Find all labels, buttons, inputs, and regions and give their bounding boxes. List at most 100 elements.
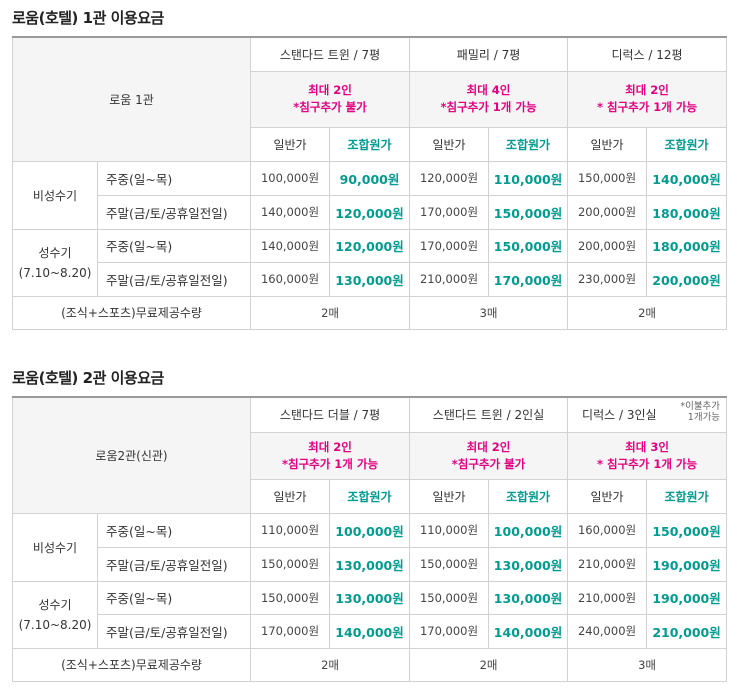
table-row: 주말(금/토/공휴일전일) 150,000원 130,000원 150,000원… bbox=[13, 546, 728, 582]
normal-price: 150,000원 bbox=[567, 160, 648, 196]
normal-price: 140,000원 bbox=[250, 228, 331, 263]
normal-price: 160,000원 bbox=[567, 512, 648, 548]
combo-price: 130,000원 bbox=[329, 546, 411, 582]
table-row: 주말(금/토/공휴일전일) 160,000원 130,000원 210,000원… bbox=[13, 261, 728, 297]
period-label: 주말(금/토/공휴일전일) bbox=[96, 613, 252, 649]
section-title: 로움(호텔) 1관 이용요금 bbox=[12, 9, 164, 27]
combo-price: 150,000원 bbox=[488, 228, 569, 263]
combo-price: 180,000원 bbox=[646, 194, 728, 230]
combo-price: 130,000원 bbox=[488, 580, 569, 615]
combo-price: 190,000원 bbox=[646, 546, 728, 582]
normal-price: 210,000원 bbox=[409, 261, 490, 297]
table-row: 성수기 (7.10~8.20) 주중(일~목) 140,000원 120,000원… bbox=[12, 228, 728, 297]
price-header-normal: 일반가 bbox=[567, 478, 648, 514]
price-header-combo: 조합원가 bbox=[646, 126, 728, 162]
normal-price: 160,000원 bbox=[250, 261, 331, 297]
bedding-note: *이불추가 1개가능 bbox=[680, 401, 721, 423]
room-name: 디럭스 / 3인실 bbox=[582, 408, 657, 423]
table-row: (조식+스포츠)무료제공수량 2매 2매 3매 bbox=[11, 647, 728, 682]
table-row: 주말(금/토/공휴일전일) 140,000원 120,000원 170,000원… bbox=[13, 194, 728, 230]
room-capacity: 최대 2인 *침구추가 1개 가능 bbox=[250, 431, 411, 480]
price-header-normal: 일반가 bbox=[250, 478, 331, 514]
combo-price: 150,000원 bbox=[488, 194, 569, 230]
price-header-combo: 조합원가 bbox=[646, 478, 728, 514]
combo-price: 140,000원 bbox=[488, 613, 569, 649]
room-capacity: 최대 4인 *침구추가 1개 가능 bbox=[409, 70, 569, 128]
normal-price: 210,000원 bbox=[567, 580, 648, 615]
normal-price: 170,000원 bbox=[250, 613, 331, 649]
table-row: 비성수기 주중(일~목) 100,000원 90,000원 120,000원 1… bbox=[12, 160, 728, 230]
combo-price: 140,000원 bbox=[646, 160, 728, 196]
combo-price: 130,000원 bbox=[329, 261, 411, 297]
room-label: 로움2관(신관) bbox=[11, 396, 252, 514]
period-label: 주중(일~목) bbox=[96, 160, 252, 196]
season-label: 비성수기 bbox=[12, 160, 98, 230]
combo-price: 200,000원 bbox=[646, 261, 728, 297]
combo-price: 210,000원 bbox=[646, 613, 728, 649]
combo-price: 150,000원 bbox=[646, 512, 728, 548]
price-header-normal: 일반가 bbox=[409, 478, 490, 514]
price-header-combo: 조합원가 bbox=[488, 126, 569, 162]
room-name: 스탠다드 트윈 / 7평 bbox=[250, 36, 411, 72]
combo-price: 110,000원 bbox=[488, 160, 569, 196]
period-label: 주말(금/토/공휴일전일) bbox=[96, 194, 252, 230]
normal-price: 120,000원 bbox=[409, 160, 490, 196]
free-ticket-count: 3매 bbox=[409, 295, 569, 330]
room-name: 패밀리 / 7평 bbox=[409, 36, 569, 72]
normal-price: 150,000원 bbox=[250, 546, 331, 582]
period-label: 주말(금/토/공휴일전일) bbox=[96, 546, 252, 582]
room-capacity: 최대 3인 * 침구추가 1개 가능 bbox=[567, 431, 728, 480]
period-label: 주중(일~목) bbox=[96, 228, 252, 263]
section-title: 로움(호텔) 2관 이용요금 bbox=[12, 369, 164, 387]
normal-price: 230,000원 bbox=[567, 261, 648, 297]
room-name: 스탠다드 트윈 / 2인실 bbox=[409, 396, 569, 433]
period-label: 주말(금/토/공휴일전일) bbox=[96, 261, 252, 297]
combo-price: 140,000원 bbox=[329, 613, 411, 649]
table-row: 비성수기 주중(일~목) 110,000원 100,000원 110,000원 … bbox=[12, 512, 728, 582]
room-capacity: 최대 2인 *침구추가 불가 bbox=[250, 70, 411, 128]
combo-price: 180,000원 bbox=[646, 228, 728, 263]
season-label: 성수기 (7.10~8.20) bbox=[12, 580, 98, 649]
price-header-combo: 조합원가 bbox=[488, 478, 569, 514]
room-capacity: 최대 2인 *침구추가 불가 bbox=[409, 431, 569, 480]
room-label: 로움 1관 bbox=[11, 36, 252, 162]
normal-price: 210,000원 bbox=[567, 546, 648, 582]
normal-price: 200,000원 bbox=[567, 194, 648, 230]
free-ticket-count: 3매 bbox=[567, 647, 728, 682]
normal-price: 150,000원 bbox=[409, 546, 490, 582]
free-ticket-count: 2매 bbox=[250, 647, 411, 682]
combo-price: 130,000원 bbox=[329, 580, 411, 615]
normal-price: 170,000원 bbox=[409, 228, 490, 263]
table-row: (조식+스포츠)무료제공수량 2매 3매 2매 bbox=[11, 295, 728, 330]
free-ticket-count: 2매 bbox=[250, 295, 411, 330]
combo-price: 120,000원 bbox=[329, 228, 411, 263]
normal-price: 240,000원 bbox=[567, 613, 648, 649]
rate-table: 로움2관(신관) 스탠다드 더블 / 7평 스탠다드 트윈 / 2인실 디럭스 … bbox=[11, 396, 728, 682]
combo-price: 100,000원 bbox=[488, 512, 569, 548]
combo-price: 190,000원 bbox=[646, 580, 728, 615]
rate-table: 로움 1관 스탠다드 트윈 / 7평 패밀리 / 7평 디럭스 / 12평 최대… bbox=[11, 36, 728, 330]
normal-price: 100,000원 bbox=[250, 160, 331, 196]
period-label: 주중(일~목) bbox=[96, 580, 252, 615]
normal-price: 110,000원 bbox=[409, 512, 490, 548]
room-name-cell: 디럭스 / 3인실 *이불추가 1개가능 bbox=[567, 396, 728, 433]
table-row: 주말(금/토/공휴일전일) 170,000원 140,000원 170,000원… bbox=[13, 613, 728, 649]
combo-price: 90,000원 bbox=[329, 160, 411, 196]
normal-price: 200,000원 bbox=[567, 228, 648, 263]
price-header-normal: 일반가 bbox=[250, 126, 331, 162]
normal-price: 150,000원 bbox=[250, 580, 331, 615]
season-label: 성수기 (7.10~8.20) bbox=[12, 228, 98, 297]
price-header-normal: 일반가 bbox=[567, 126, 648, 162]
combo-price: 100,000원 bbox=[329, 512, 411, 548]
normal-price: 170,000원 bbox=[409, 613, 490, 649]
free-ticket-label: (조식+스포츠)무료제공수량 bbox=[11, 295, 252, 330]
free-ticket-label: (조식+스포츠)무료제공수량 bbox=[11, 647, 252, 682]
normal-price: 140,000원 bbox=[250, 194, 331, 230]
price-header-normal: 일반가 bbox=[409, 126, 490, 162]
table-row: 성수기 (7.10~8.20) 주중(일~목) 150,000원 130,000원… bbox=[12, 580, 728, 649]
room-name: 디럭스 / 12평 bbox=[567, 36, 728, 72]
price-header-combo: 조합원가 bbox=[329, 478, 411, 514]
free-ticket-count: 2매 bbox=[409, 647, 569, 682]
room-name: 스탠다드 더블 / 7평 bbox=[250, 396, 411, 433]
combo-price: 120,000원 bbox=[329, 194, 411, 230]
